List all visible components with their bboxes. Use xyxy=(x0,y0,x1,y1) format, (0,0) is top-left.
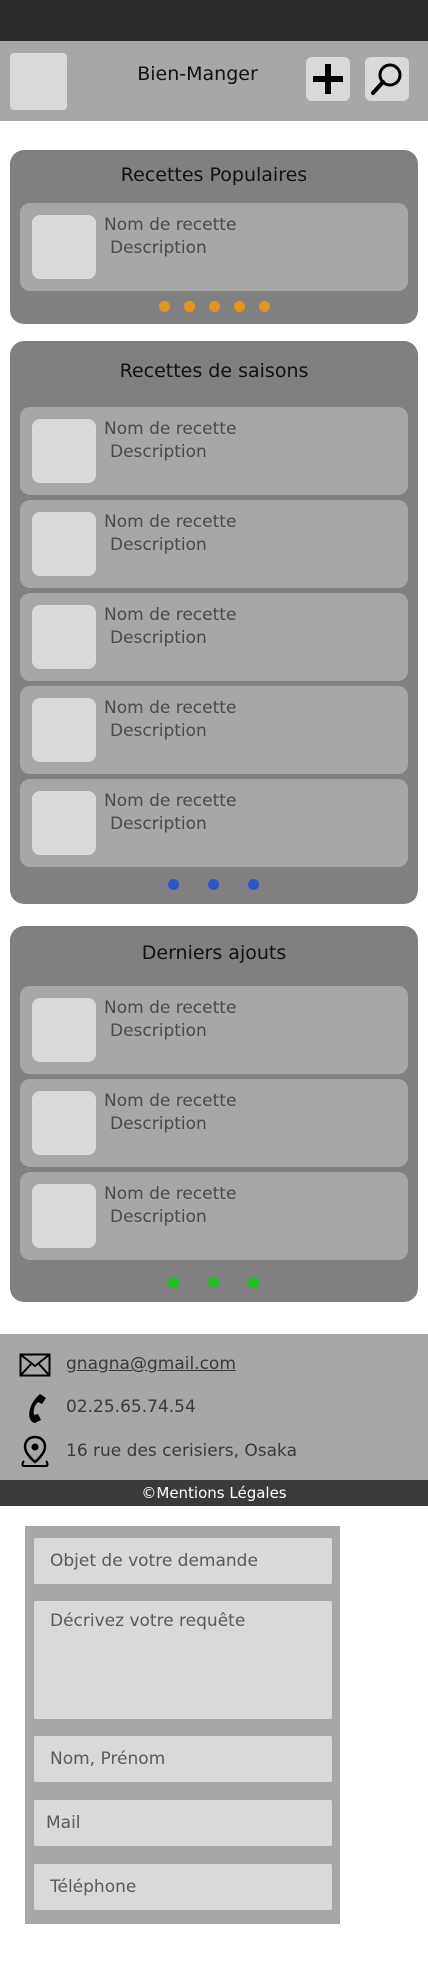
recipe-description: Description xyxy=(110,721,207,741)
carousel-dot[interactable] xyxy=(248,1277,259,1288)
carousel-dot[interactable] xyxy=(159,301,170,312)
mail-icon xyxy=(18,1348,52,1382)
section-title: Recettes de saisons xyxy=(119,360,309,382)
recipe-thumbnail xyxy=(32,512,96,576)
phone-input[interactable] xyxy=(34,1864,332,1910)
contact-footer: gnagna@gmail.com 02.25.65.74.54 16 rue d… xyxy=(0,1334,428,1480)
recipe-card[interactable]: Nom de recette Description xyxy=(20,1079,408,1167)
seasonal-recipes-section: Recettes de saisons Nom de recette Descr… xyxy=(10,341,418,904)
carousel-dot[interactable] xyxy=(184,301,195,312)
carousel-dot[interactable] xyxy=(259,301,270,312)
contact-address-row: 16 rue des cerisiers, Osaka xyxy=(0,1431,428,1471)
recipe-name: Nom de recette xyxy=(104,1091,237,1111)
recipe-card[interactable]: Nom de recette Description xyxy=(20,500,408,588)
carousel-dot[interactable] xyxy=(234,301,245,312)
recipe-name: Nom de recette xyxy=(104,215,237,235)
legal-notice-link[interactable]: ©Mentions Légales xyxy=(0,1480,428,1506)
recipe-description: Description xyxy=(110,238,207,258)
carousel-dot[interactable] xyxy=(248,879,259,890)
contact-form xyxy=(25,1526,340,1924)
plus-icon xyxy=(313,64,343,94)
contact-phone[interactable]: 02.25.65.74.54 xyxy=(66,1397,196,1417)
recipe-name: Nom de recette xyxy=(104,698,237,718)
logo[interactable] xyxy=(10,53,67,110)
section-title: Derniers ajouts xyxy=(141,942,287,964)
recipe-thumbnail xyxy=(32,698,96,762)
contact-email-row: gnagna@gmail.com xyxy=(0,1344,428,1384)
popular-recipes-section: Recettes Populaires Nom de recette Descr… xyxy=(10,150,418,324)
search-icon xyxy=(371,63,402,95)
recipe-description: Description xyxy=(110,1114,207,1134)
recipe-card[interactable]: Nom de recette Description xyxy=(20,407,408,495)
recipe-card[interactable]: Nom de recette Description xyxy=(20,593,408,681)
carousel-dot[interactable] xyxy=(208,1277,219,1288)
section-title: Recettes Populaires xyxy=(120,164,308,186)
recipe-name: Nom de recette xyxy=(104,1184,237,1204)
app-header: Bien-Manger xyxy=(0,41,428,121)
search-button[interactable] xyxy=(365,57,409,101)
recipe-name: Nom de recette xyxy=(104,791,237,811)
recipe-description: Description xyxy=(110,442,207,462)
message-textarea[interactable] xyxy=(34,1601,332,1719)
recipe-thumbnail xyxy=(32,1184,96,1248)
recipe-name: Nom de recette xyxy=(104,998,237,1018)
add-recipe-button[interactable] xyxy=(306,57,350,101)
app-title: Bien-Manger xyxy=(137,63,258,85)
carousel-dot[interactable] xyxy=(168,879,179,890)
recipe-description: Description xyxy=(110,535,207,555)
contact-email-link[interactable]: gnagna@gmail.com xyxy=(66,1354,236,1374)
subject-input[interactable] xyxy=(34,1538,332,1584)
carousel-dot[interactable] xyxy=(168,1277,179,1288)
latest-recipes-section: Derniers ajouts Nom de recette Descripti… xyxy=(10,926,418,1302)
recipe-name: Nom de recette xyxy=(104,512,237,532)
recipe-name: Nom de recette xyxy=(104,605,237,625)
recipe-card[interactable]: Nom de recette Description xyxy=(20,203,408,291)
recipe-card[interactable]: Nom de recette Description xyxy=(20,686,408,774)
recipe-card[interactable]: Nom de recette Description xyxy=(20,986,408,1074)
recipe-card[interactable]: Nom de recette Description xyxy=(20,779,408,867)
recipe-card[interactable]: Nom de recette Description xyxy=(20,1172,408,1260)
recipe-description: Description xyxy=(110,1207,207,1227)
contact-phone-row: 02.25.65.74.54 xyxy=(0,1387,428,1427)
recipe-description: Description xyxy=(110,628,207,648)
recipe-thumbnail xyxy=(32,215,96,279)
recipe-description: Description xyxy=(110,814,207,834)
phone-icon xyxy=(18,1391,52,1425)
status-bar xyxy=(0,0,428,41)
carousel-dot[interactable] xyxy=(208,879,219,890)
location-pin-icon xyxy=(18,1435,52,1469)
recipe-description: Description xyxy=(110,1021,207,1041)
name-input[interactable] xyxy=(34,1736,332,1782)
recipe-thumbnail xyxy=(32,998,96,1062)
recipe-name: Nom de recette xyxy=(104,419,237,439)
recipe-thumbnail xyxy=(32,419,96,483)
recipe-thumbnail xyxy=(32,791,96,855)
carousel-dot[interactable] xyxy=(209,301,220,312)
mail-input[interactable] xyxy=(34,1800,332,1846)
contact-address: 16 rue des cerisiers, Osaka xyxy=(66,1441,298,1461)
recipe-thumbnail xyxy=(32,1091,96,1155)
recipe-thumbnail xyxy=(32,605,96,669)
